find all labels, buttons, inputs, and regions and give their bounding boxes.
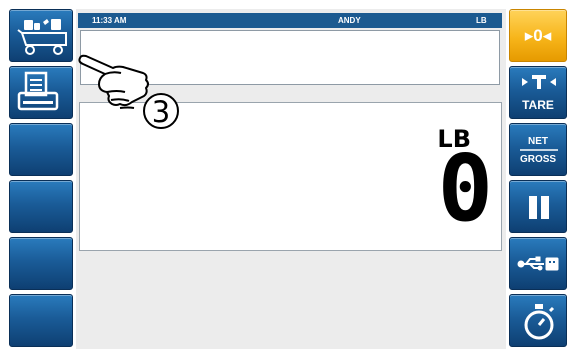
zero-label: ▸0◂: [524, 26, 552, 45]
checkweigh-cart-button[interactable]: [9, 9, 73, 62]
net-gross-button[interactable]: NET GROSS: [509, 123, 567, 176]
softkey-6[interactable]: [9, 294, 73, 347]
softkey-5[interactable]: [9, 237, 73, 290]
status-bar: 11:33 AM ANDY LB: [78, 13, 502, 28]
printer-icon: [17, 71, 59, 111]
status-time: 11:33 AM: [92, 16, 127, 25]
usb-button[interactable]: [509, 237, 567, 290]
tare-label: TARE: [522, 98, 554, 112]
usb-icon: [517, 256, 559, 271]
print-button[interactable]: [9, 66, 73, 119]
softkey-3[interactable]: [9, 123, 73, 176]
pause-button[interactable]: [509, 180, 567, 233]
fraction-divider: [520, 149, 558, 151]
softkey-4[interactable]: [9, 180, 73, 233]
tare-button[interactable]: TARE: [509, 66, 567, 119]
stopwatch-icon: [524, 304, 555, 340]
status-user: ANDY: [338, 16, 361, 25]
gross-label: GROSS: [519, 154, 557, 165]
weight-value: 0: [437, 135, 493, 242]
pause-icon: [529, 196, 549, 219]
cart-scale-icon: [17, 19, 67, 55]
tare-arrows-icon: [522, 75, 556, 89]
zero-button[interactable]: ▸0◂: [509, 9, 567, 62]
status-unit: LB: [476, 16, 487, 25]
callout-number: 3: [151, 95, 171, 129]
timer-button[interactable]: [509, 294, 567, 347]
